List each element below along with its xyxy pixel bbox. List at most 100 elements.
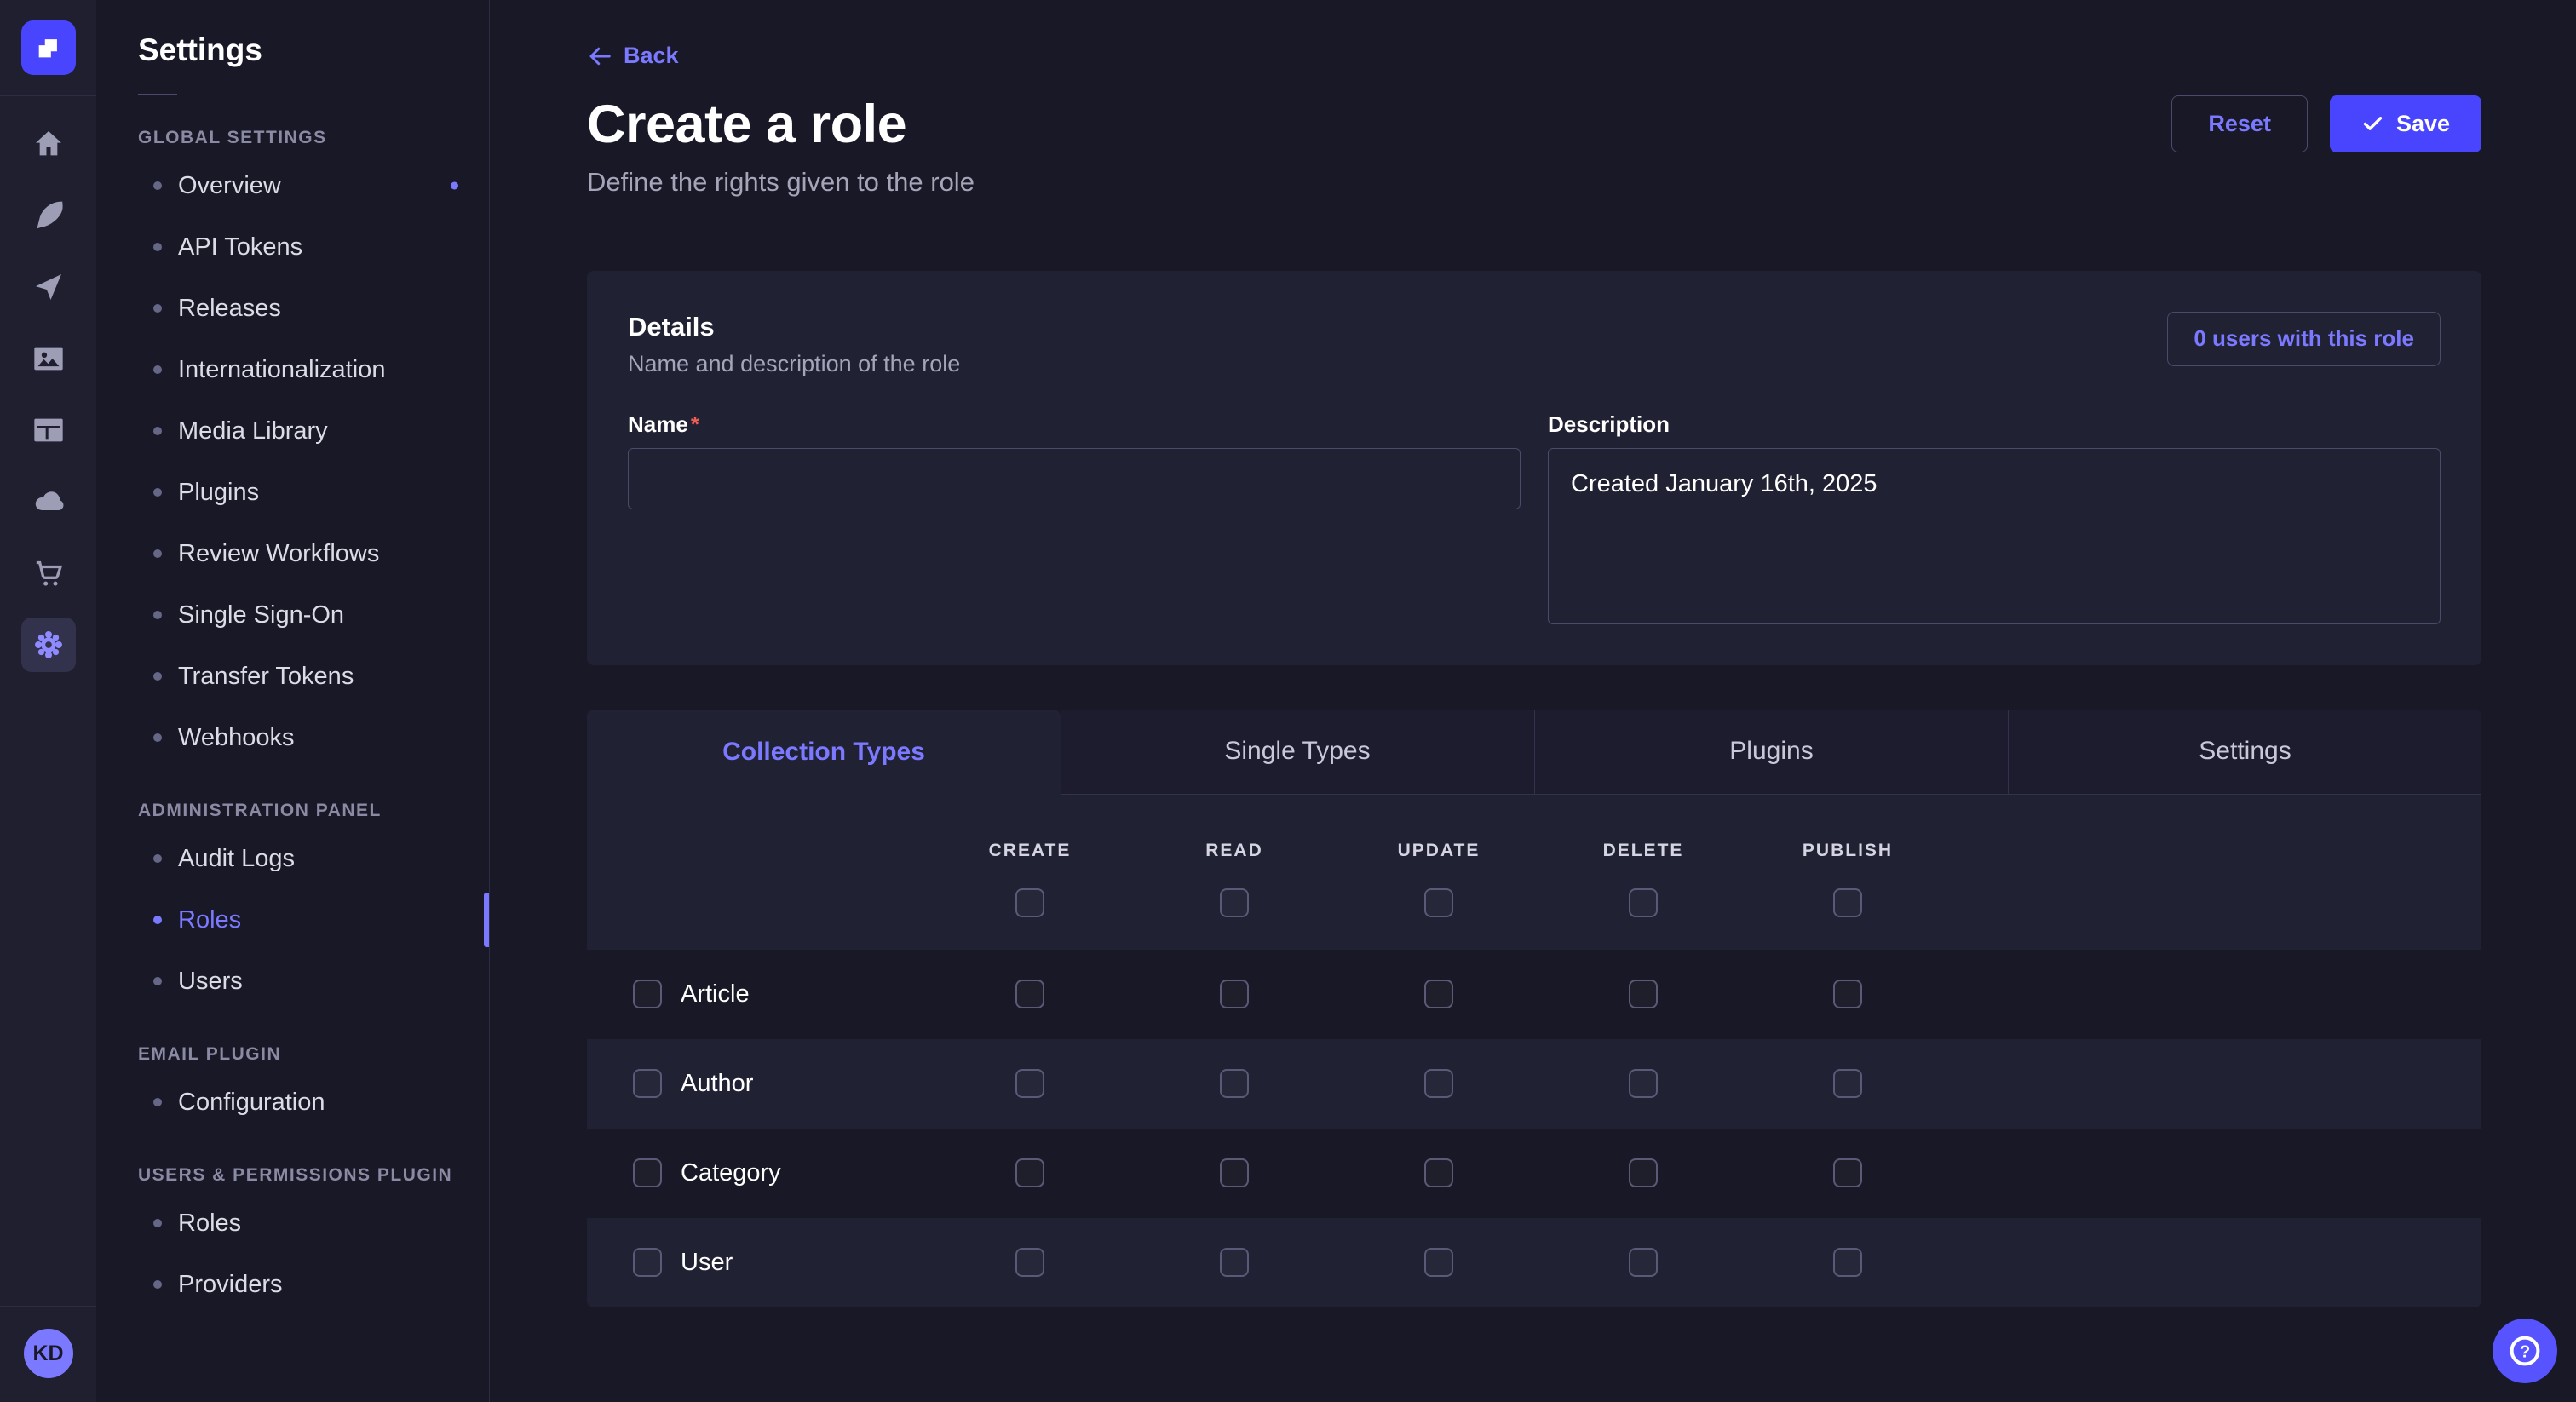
permissions-select-all-row <box>587 861 2481 950</box>
sidebar-item-providers[interactable]: Providers <box>138 1254 489 1315</box>
sidebar-item-plugins[interactable]: Plugins <box>138 462 489 523</box>
back-link[interactable]: Back <box>587 43 679 69</box>
row-select-checkbox[interactable] <box>633 1069 662 1098</box>
bullet-icon <box>153 1280 162 1289</box>
article-read-checkbox[interactable] <box>1220 980 1249 1008</box>
strapi-logo[interactable] <box>21 20 76 75</box>
category-read-checkbox[interactable] <box>1220 1158 1249 1187</box>
table-row-user: User <box>587 1218 2481 1307</box>
row-select-checkbox[interactable] <box>633 1248 662 1277</box>
paper-plane-icon[interactable] <box>21 260 76 314</box>
category-publish-checkbox[interactable] <box>1833 1158 1862 1187</box>
sidebar-item-label: Roles <box>178 1210 241 1238</box>
article-delete-checkbox[interactable] <box>1629 980 1658 1008</box>
row-name-cell: User <box>633 1248 928 1277</box>
author-read-checkbox[interactable] <box>1220 1069 1249 1098</box>
column-header-delete: DELETE <box>1603 841 1684 861</box>
media-library-icon[interactable] <box>21 331 76 386</box>
settings-gear-icon[interactable] <box>21 618 76 672</box>
author-create-checkbox[interactable] <box>1015 1069 1044 1098</box>
users-with-role-button[interactable]: 0 users with this role <box>2167 312 2441 366</box>
pen-icon[interactable] <box>21 188 76 243</box>
sidebar-item-media-library[interactable]: Media Library <box>138 400 489 462</box>
article-create-checkbox[interactable] <box>1015 980 1044 1008</box>
sidebar-item-webhooks[interactable]: Webhooks <box>138 707 489 768</box>
section-label-email-plugin: EMAIL PLUGIN <box>138 1044 489 1065</box>
sidebar-item-label: Single Sign-On <box>178 601 344 629</box>
home-icon[interactable] <box>21 117 76 171</box>
row-label: Category <box>681 1159 781 1187</box>
description-textarea[interactable]: Created January 16th, 2025 <box>1548 448 2441 624</box>
help-button[interactable]: ? <box>2493 1319 2557 1383</box>
bullet-icon <box>153 977 162 985</box>
back-label: Back <box>624 43 679 69</box>
user-avatar[interactable]: KD <box>24 1329 73 1378</box>
section-label-administration-panel: ADMINISTRATION PANEL <box>138 801 489 821</box>
section-label-users-permissions-plugin: USERS & PERMISSIONS PLUGIN <box>138 1165 489 1186</box>
column-header-publish: PUBLISH <box>1803 841 1893 861</box>
tab-single-types[interactable]: Single Types <box>1061 710 1534 795</box>
category-delete-checkbox[interactable] <box>1629 1158 1658 1187</box>
category-update-checkbox[interactable] <box>1424 1158 1453 1187</box>
author-update-checkbox[interactable] <box>1424 1069 1453 1098</box>
category-create-checkbox[interactable] <box>1015 1158 1044 1187</box>
sidebar-item-audit-logs[interactable]: Audit Logs <box>138 828 489 889</box>
subnav-divider <box>138 94 177 95</box>
bullet-icon <box>153 427 162 435</box>
permissions-rows: Article Author <box>587 950 2481 1307</box>
name-label-text: Name <box>628 411 688 437</box>
select-all-publish-checkbox[interactable] <box>1833 888 1862 917</box>
sidebar-item-configuration[interactable]: Configuration <box>138 1072 489 1133</box>
cloud-icon[interactable] <box>21 474 76 529</box>
check-icon <box>2361 112 2384 135</box>
name-label: Name* <box>628 411 1521 438</box>
sidebar-item-single-sign-on[interactable]: Single Sign-On <box>138 584 489 646</box>
sidebar-item-overview[interactable]: Overview <box>138 155 489 216</box>
user-create-checkbox[interactable] <box>1015 1248 1044 1277</box>
page-title: Create a role <box>587 94 906 155</box>
user-publish-checkbox[interactable] <box>1833 1248 1862 1277</box>
tab-plugins[interactable]: Plugins <box>1534 710 2008 795</box>
name-input[interactable] <box>628 448 1521 509</box>
cart-icon[interactable] <box>21 546 76 600</box>
nav-list-global-settings: Overview API Tokens Releases Internation… <box>138 155 489 768</box>
row-select-checkbox[interactable] <box>633 980 662 1008</box>
user-delete-checkbox[interactable] <box>1629 1248 1658 1277</box>
author-publish-checkbox[interactable] <box>1833 1069 1862 1098</box>
select-all-create-checkbox[interactable] <box>1015 888 1044 917</box>
select-all-update-checkbox[interactable] <box>1424 888 1453 917</box>
sidebar-item-roles-up[interactable]: Roles <box>138 1192 489 1254</box>
sidebar-item-transfer-tokens[interactable]: Transfer Tokens <box>138 646 489 707</box>
layout-icon[interactable] <box>21 403 76 457</box>
sidebar-item-releases[interactable]: Releases <box>138 278 489 339</box>
sidebar-item-roles-admin[interactable]: Roles <box>138 889 489 951</box>
sidebar-item-internationalization[interactable]: Internationalization <box>138 339 489 400</box>
sidebar-item-review-workflows[interactable]: Review Workflows <box>138 523 489 584</box>
row-label: Article <box>681 980 750 1008</box>
user-update-checkbox[interactable] <box>1424 1248 1453 1277</box>
bullet-icon <box>153 1219 162 1227</box>
user-read-checkbox[interactable] <box>1220 1248 1249 1277</box>
sidebar-item-label: Review Workflows <box>178 540 379 568</box>
sidebar-item-users[interactable]: Users <box>138 951 489 1012</box>
row-name-cell: Article <box>633 980 928 1008</box>
main-content: Back Create a role Reset Save Define the… <box>490 0 2576 1402</box>
save-button[interactable]: Save <box>2330 95 2481 152</box>
rail-footer: KD <box>0 1306 96 1402</box>
select-all-delete-checkbox[interactable] <box>1629 888 1658 917</box>
nav-list-email-plugin: Configuration <box>138 1072 489 1133</box>
tab-settings[interactable]: Settings <box>2008 710 2481 795</box>
sidebar-item-api-tokens[interactable]: API Tokens <box>138 216 489 278</box>
bullet-icon <box>153 854 162 863</box>
row-select-checkbox[interactable] <box>633 1158 662 1187</box>
article-publish-checkbox[interactable] <box>1833 980 1862 1008</box>
notification-dot-icon <box>451 182 458 190</box>
details-subtitle: Name and description of the role <box>628 351 960 377</box>
reset-button[interactable]: Reset <box>2171 95 2308 152</box>
select-all-read-checkbox[interactable] <box>1220 888 1249 917</box>
tab-collection-types[interactable]: Collection Types <box>587 710 1061 795</box>
article-update-checkbox[interactable] <box>1424 980 1453 1008</box>
bullet-icon <box>153 243 162 251</box>
permissions-table: CREATE READ UPDATE DELETE PUBLISH <box>587 795 2481 1307</box>
author-delete-checkbox[interactable] <box>1629 1069 1658 1098</box>
